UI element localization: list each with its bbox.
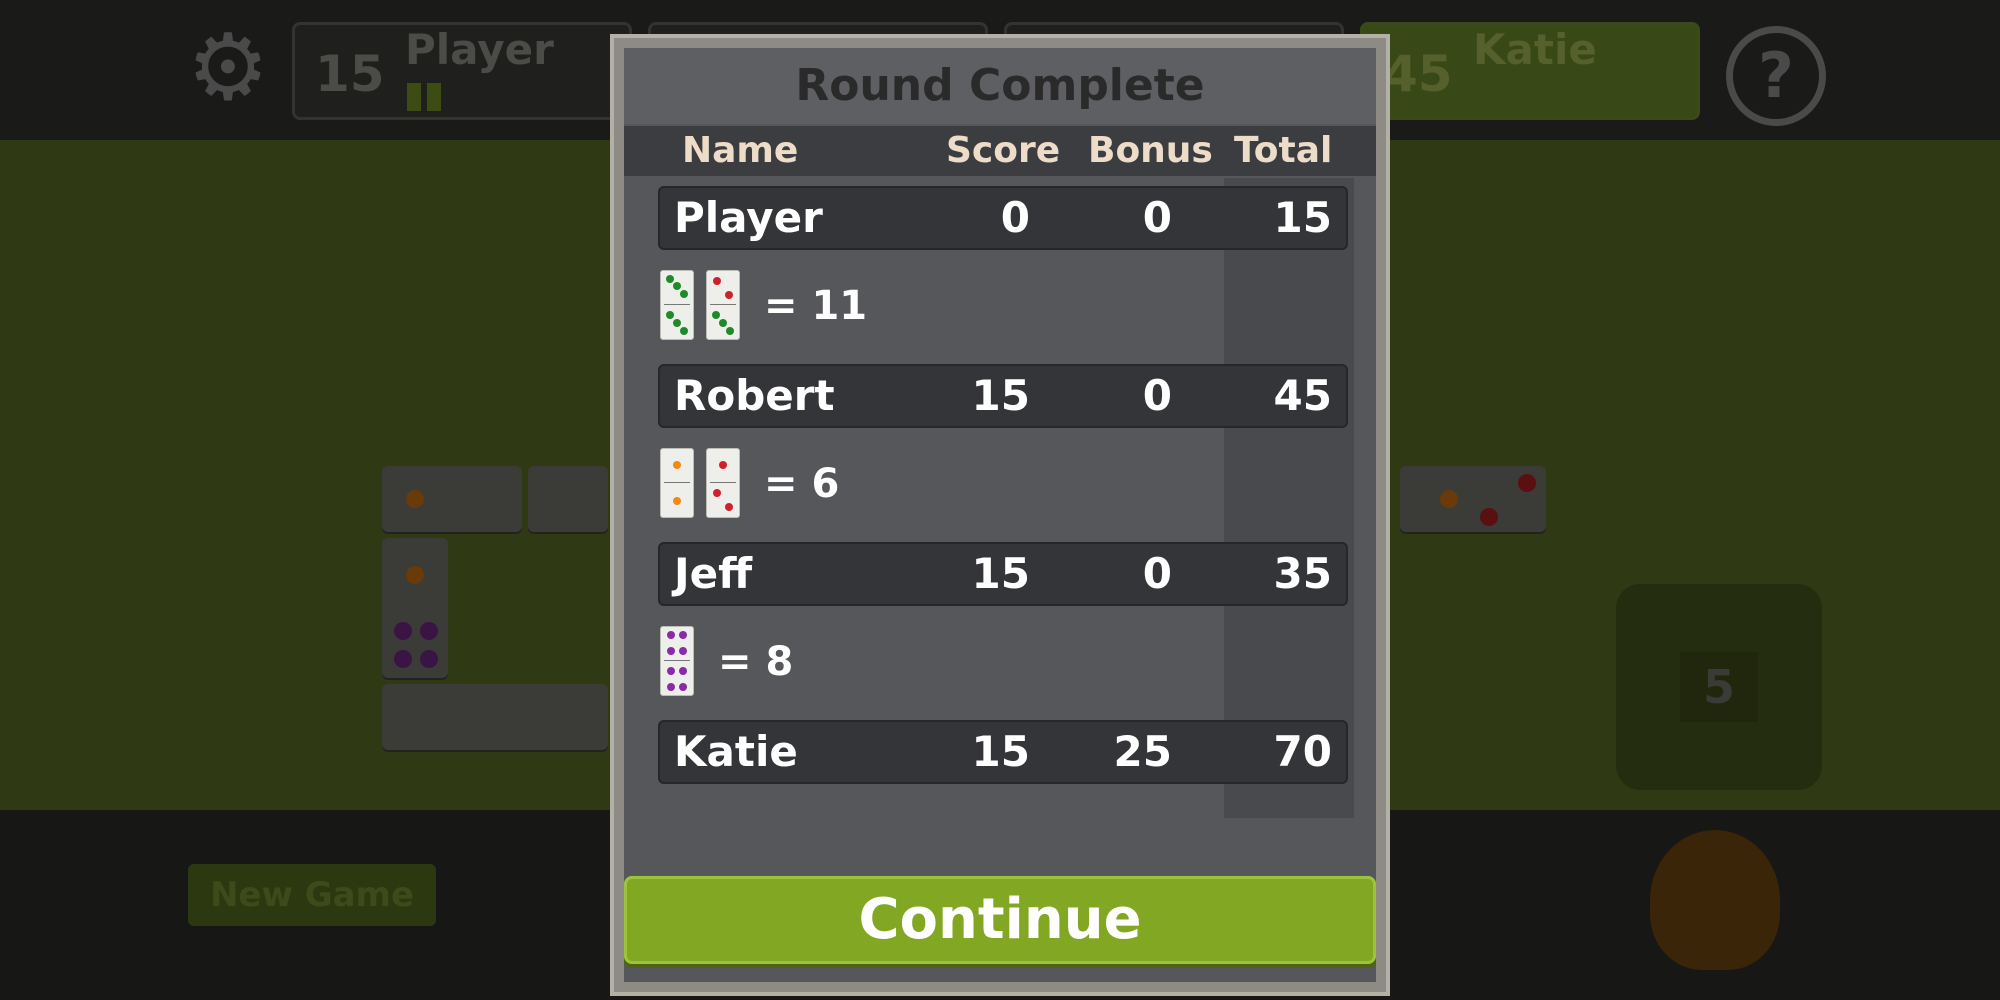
row-total: 35 [1273, 549, 1332, 598]
domino-tile [706, 448, 740, 518]
jeff-hand: = 8 [660, 626, 960, 698]
boneyard[interactable]: 5 [1616, 584, 1822, 790]
row-name: Jeff [674, 549, 753, 598]
row-score: 15 [971, 549, 1030, 598]
board-domino [382, 466, 522, 532]
row-bonus: 0 [1142, 549, 1172, 598]
player-score: 15 [315, 45, 385, 103]
new-game-button[interactable]: New Game [188, 864, 436, 926]
player-name: Katie [1473, 25, 1597, 74]
row-score: 15 [971, 371, 1030, 420]
score-row-robert: Robert 15 0 45 [658, 364, 1348, 428]
score-row-jeff: Jeff 15 0 35 [658, 542, 1348, 606]
board-domino [382, 538, 448, 678]
domino-tile [706, 270, 740, 340]
row-bonus: 25 [1113, 727, 1172, 776]
help-icon[interactable]: ? [1726, 26, 1826, 126]
column-header: Name Score Bonus Total [624, 126, 1376, 176]
sack-icon[interactable] [1650, 830, 1780, 970]
col-score: Score [946, 130, 1061, 171]
player-hand: = 11 [660, 270, 960, 342]
row-name: Robert [674, 371, 835, 420]
row-bonus: 0 [1142, 193, 1172, 242]
col-bonus: Bonus [1088, 130, 1213, 171]
player-score: 45 [1383, 45, 1453, 103]
score-row-katie: Katie 15 25 70 [658, 720, 1348, 784]
hand-total: = 6 [764, 461, 840, 507]
robert-hand: = 6 [660, 448, 960, 520]
continue-button[interactable]: Continue [624, 876, 1376, 964]
board-domino [528, 466, 608, 532]
player-card-player: 15 Player [292, 22, 632, 120]
round-complete-dialog: Round Complete Name Score Bonus Total Pl… [610, 34, 1390, 996]
row-name: Katie [674, 727, 798, 776]
row-score: 0 [1000, 193, 1030, 242]
gear-icon[interactable]: ⚙ [180, 20, 276, 116]
domino-tile [660, 448, 694, 518]
dialog-body: Round Complete Name Score Bonus Total Pl… [624, 48, 1376, 982]
row-total: 70 [1273, 727, 1332, 776]
board-domino [1400, 466, 1546, 532]
row-score: 15 [971, 727, 1030, 776]
row-total: 45 [1273, 371, 1332, 420]
turn-indicator [407, 83, 441, 111]
score-row-player: Player 0 0 15 [658, 186, 1348, 250]
row-bonus: 0 [1142, 371, 1172, 420]
dialog-title: Round Complete [624, 48, 1376, 124]
player-name: Player [405, 25, 554, 74]
row-name: Player [674, 193, 823, 242]
domino-tile [660, 270, 694, 340]
board-domino [382, 684, 608, 750]
col-name: Name [682, 130, 799, 171]
hand-total: = 8 [718, 639, 794, 685]
row-total: 15 [1273, 193, 1332, 242]
col-total: Total [1234, 130, 1333, 171]
domino-tile [660, 626, 694, 696]
hand-total: = 11 [764, 283, 868, 329]
player-card-katie: 45 Katie [1360, 22, 1700, 120]
boneyard-count: 5 [1680, 652, 1758, 722]
